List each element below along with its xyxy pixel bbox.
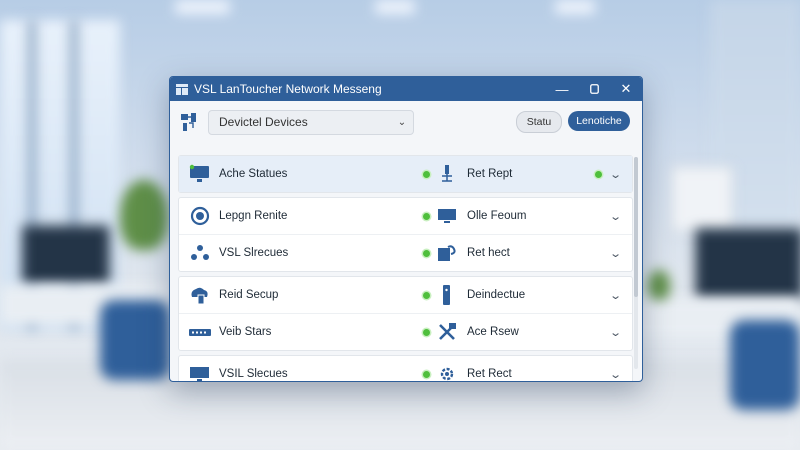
puzzle-icon xyxy=(437,243,457,263)
online-indicator xyxy=(423,370,430,378)
chevron-down-icon[interactable]: ⌄ xyxy=(609,168,622,181)
device-status-label: Ret hect xyxy=(467,247,510,259)
online-indicator xyxy=(423,170,430,178)
circle-icon xyxy=(189,206,211,226)
close-button[interactable]: ✕ xyxy=(610,77,642,101)
online-indicator xyxy=(423,291,430,299)
online-indicator xyxy=(423,328,430,336)
connect-button[interactable]: Lenotiche xyxy=(568,111,630,131)
mic-stand-icon xyxy=(437,164,457,184)
chevron-down-icon[interactable]: ⌄ xyxy=(609,247,622,260)
scrollbar[interactable] xyxy=(634,157,638,369)
users-icon xyxy=(189,243,211,263)
app-window: VSL LanToucher Network Messeng — ✕ Devic… xyxy=(169,76,643,382)
toolbar: Devictel Devices ⌄ Statu Lenotiche xyxy=(170,101,642,143)
chevron-down-icon[interactable]: ⌄ xyxy=(609,368,622,381)
list-item[interactable]: Reid Secup Deindectue ⌄ xyxy=(179,277,632,314)
monitor-icon xyxy=(189,164,211,184)
list-item[interactable]: Veib Stars Ace Rsew ⌄ xyxy=(179,314,632,350)
list-item[interactable]: VSIL Slecues Ret Rect ⌄ xyxy=(179,356,632,381)
device-label: Lepgn Renite xyxy=(219,210,288,222)
device-label: Veib Stars xyxy=(219,326,272,338)
device-label: VSIL Slecues xyxy=(219,368,288,380)
monitor-icon xyxy=(189,364,211,381)
device-label: VSL Slrecues xyxy=(219,247,289,259)
online-indicator xyxy=(423,212,430,220)
cables-icon xyxy=(437,322,457,342)
device-label: Reid Secup xyxy=(219,289,279,301)
chevron-down-icon: ⌄ xyxy=(397,116,407,128)
switch-icon xyxy=(189,322,211,342)
online-indicator xyxy=(595,170,602,178)
chevron-down-icon[interactable]: ⌄ xyxy=(609,326,622,339)
device-select[interactable]: Devictel Devices ⌄ xyxy=(208,109,414,135)
device-group: Lepgn Renite Olle Feoum ⌄ VSL Slrecues R… xyxy=(178,197,633,272)
device-status-label: Ret Rect xyxy=(467,368,512,380)
device-group: Ache Statues Ret Rept ⌄ xyxy=(178,155,633,193)
device-group: Reid Secup Deindectue ⌄ Veib Stars Ace R… xyxy=(178,276,633,351)
window-title: VSL LanToucher Network Messeng xyxy=(194,82,382,96)
list-item[interactable]: Ache Statues Ret Rept ⌄ xyxy=(179,156,632,192)
maximize-button[interactable] xyxy=(578,77,610,101)
scrollbar-thumb[interactable] xyxy=(634,157,638,297)
device-select-value: Devictel Devices xyxy=(219,115,308,129)
chevron-down-icon[interactable]: ⌄ xyxy=(609,210,622,223)
gear-icon xyxy=(437,364,457,381)
minimize-button[interactable]: — xyxy=(546,77,578,101)
phone-icon xyxy=(437,285,457,305)
online-indicator xyxy=(423,249,430,257)
device-status-label: Deindectue xyxy=(467,289,526,301)
status-button[interactable]: Statu xyxy=(516,111,562,133)
device-list: Ache Statues Ret Rept ⌄ Lepgn Renite Oll… xyxy=(178,155,633,381)
title-bar: VSL LanToucher Network Messeng — ✕ xyxy=(170,77,642,101)
app-icon xyxy=(176,83,188,95)
device-status-label: Olle Feoum xyxy=(467,210,527,222)
chevron-down-icon[interactable]: ⌄ xyxy=(609,289,622,302)
device-group: VSIL Slecues Ret Rect ⌄ xyxy=(178,355,633,381)
device-status-label: Ret Rept xyxy=(467,168,513,180)
device-label: Ache Statues xyxy=(219,168,288,180)
device-icon xyxy=(179,111,201,133)
monitor-icon xyxy=(437,206,457,226)
cloud-device-icon xyxy=(189,285,211,305)
list-item[interactable]: VSL Slrecues Ret hect ⌄ xyxy=(179,235,632,271)
device-status-label: Ace Rsew xyxy=(467,326,519,338)
list-item[interactable]: Lepgn Renite Olle Feoum ⌄ xyxy=(179,198,632,235)
